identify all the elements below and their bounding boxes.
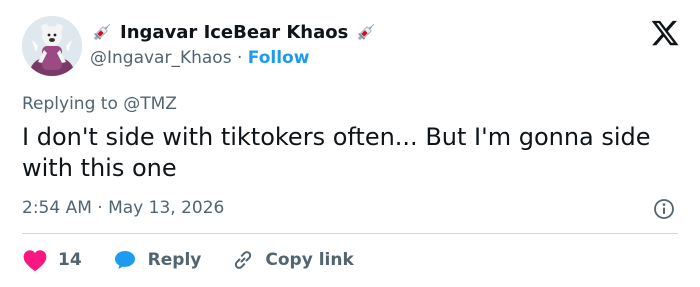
info-icon[interactable]	[652, 197, 676, 221]
copy-link-button[interactable]: Copy link	[231, 248, 354, 272]
author-handle[interactable]: @Ingavar_Khaos	[90, 48, 232, 68]
link-icon	[231, 248, 255, 272]
like-count: 14	[58, 250, 82, 270]
tweet-text: I don't side with tiktokers often... But…	[22, 123, 651, 182]
x-logo-icon[interactable]	[650, 18, 680, 48]
tweet-card: Ingavar IceBear Khaos @Ingavar_Khaos · F…	[0, 0, 700, 287]
divider	[22, 233, 678, 234]
follow-button[interactable]: Follow	[248, 48, 310, 68]
reply-label: Reply	[147, 250, 202, 270]
reply-context: Replying to @TMZ	[22, 94, 177, 114]
author-display-name[interactable]: Ingavar IceBear Khaos	[120, 22, 348, 43]
avatar-image	[22, 16, 82, 76]
like-button[interactable]: 14	[22, 248, 82, 272]
reply-button[interactable]: Reply	[112, 248, 202, 272]
syringe-icon	[90, 20, 114, 44]
action-bar: 14 Reply Copy link	[22, 246, 384, 274]
tweet-timestamp[interactable]: 2:54 AM · May 13, 2026	[22, 198, 224, 218]
speech-bubble-icon	[112, 248, 138, 272]
author-handle-row: @Ingavar_Khaos · Follow	[90, 48, 309, 68]
handle-separator: ·	[236, 48, 243, 68]
syringe-icon	[354, 20, 378, 44]
heart-icon	[22, 248, 48, 272]
avatar[interactable]	[22, 16, 82, 76]
copy-link-label: Copy link	[265, 250, 354, 270]
author-name-row: Ingavar IceBear Khaos	[90, 20, 378, 44]
